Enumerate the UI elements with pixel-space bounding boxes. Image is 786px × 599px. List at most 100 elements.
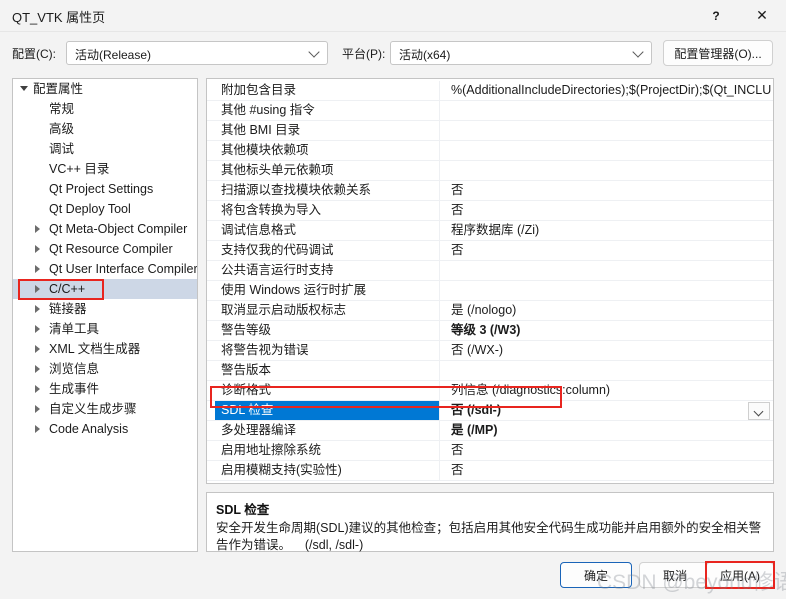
property-tree[interactable]: 配置属性 常规 高级调试 VC++ 目录 Qt Project Settings Qt D… [12, 78, 198, 552]
tree-item[interactable]: 链接器 [13, 299, 197, 319]
property-row[interactable]: 警告等级 等级 3 (/W3) [207, 321, 773, 341]
property-value[interactable]: %(AdditionalIncludeDirectories);$(Projec… [445, 81, 771, 100]
tree-item[interactable]: 调试 [13, 139, 197, 159]
property-row[interactable]: 其他标头单元依赖项 [207, 161, 773, 181]
tree-item[interactable]: Code Analysis [13, 419, 197, 439]
chevron-right-icon[interactable] [31, 219, 45, 239]
property-row[interactable]: 其他模块依赖项 [207, 141, 773, 161]
property-value[interactable] [445, 361, 771, 380]
tree-item-label: 浏览信息 [49, 362, 100, 376]
description-body: 安全开发生命周期(SDL)建议的其他检查；包括启用其他安全代码生成功能并启用额外… [216, 521, 762, 552]
property-value[interactable]: 否 (/sdl-) [445, 401, 771, 420]
property-row[interactable]: 使用 Windows 运行时扩展 [207, 281, 773, 301]
cancel-button[interactable]: 取消 [639, 562, 711, 588]
property-row[interactable]: 其他 #using 指令 [207, 101, 773, 121]
tree-item[interactable]: 生成事件 [13, 379, 197, 399]
tree-item[interactable]: 配置属性 [13, 79, 197, 99]
column-divider [439, 421, 440, 441]
property-value[interactable] [445, 121, 771, 140]
property-value[interactable]: 是 (/MP) [445, 421, 771, 440]
property-name: 启用模糊支持(实验性) [221, 463, 342, 477]
property-row[interactable]: 其他 BMI 目录 [207, 121, 773, 141]
property-row[interactable]: SDL 检查否 (/sdl-) [207, 401, 773, 421]
property-row[interactable]: 扫描源以查找模块依赖关系 否 [207, 181, 773, 201]
property-value[interactable]: 是 (/nologo) [445, 301, 771, 320]
property-value[interactable]: 程序数据库 (/Zi) [445, 221, 771, 240]
tree-item-label: 生成事件 [49, 382, 100, 396]
apply-button[interactable]: 应用(A) [706, 562, 774, 588]
chevron-down-icon[interactable] [17, 79, 31, 99]
configuration-manager-button[interactable]: 配置管理器(O)... [663, 40, 773, 66]
property-row[interactable]: 诊断格式 列信息 (/diagnostics:column) [207, 381, 773, 401]
property-row[interactable]: 附加包含目录 %(AdditionalIncludeDirectories);$(… [207, 81, 773, 101]
property-grid[interactable]: 附加包含目录 %(AdditionalIncludeDirectories);$(… [206, 78, 774, 484]
ok-button[interactable]: 确定 [560, 562, 632, 588]
property-value[interactable]: 否 [445, 181, 771, 200]
chevron-right-icon[interactable] [31, 419, 45, 439]
tree-item[interactable]: 自定义生成步骤 [13, 399, 197, 419]
tree-item[interactable]: 浏览信息 [13, 359, 197, 379]
property-row[interactable]: 启用模糊支持(实验性) 否 [207, 461, 773, 481]
platform-select[interactable]: 活动(x64) [390, 41, 652, 65]
chevron-right-icon[interactable] [31, 239, 45, 259]
tree-item-label: VC++ 目录 [49, 162, 110, 176]
property-value[interactable]: 否 [445, 441, 771, 460]
chevron-right-icon[interactable] [31, 259, 45, 279]
property-row[interactable]: 将包含转换为导入 否 [207, 201, 773, 221]
property-value[interactable]: 否 [445, 461, 771, 480]
help-icon[interactable]: ? [694, 0, 738, 31]
tree-item-label: Qt Meta-Object Compiler [49, 222, 188, 236]
column-divider [439, 81, 440, 101]
tree-item-label: 调试 [49, 142, 75, 156]
property-row[interactable]: 多处理器编译 是 (/MP) [207, 421, 773, 441]
property-row[interactable]: 调试信息格式 程序数据库 (/Zi) [207, 221, 773, 241]
chevron-right-icon[interactable] [31, 279, 45, 299]
tree-item[interactable]: XML 文档生成器 [13, 339, 197, 359]
property-value[interactable]: 列信息 (/diagnostics:column) [445, 381, 771, 400]
property-name: 将包含转换为导入 [221, 203, 322, 217]
tree-item[interactable]: VC++ 目录 [13, 159, 197, 179]
property-value[interactable]: 否 (/WX-) [445, 341, 771, 360]
property-tree-list: 配置属性 常规 高级调试 VC++ 目录 Qt Project Settings Qt D… [13, 79, 197, 439]
chevron-right-icon[interactable] [31, 299, 45, 319]
tree-item[interactable]: Qt Deploy Tool [13, 199, 197, 219]
close-icon[interactable]: ✕ [740, 0, 784, 31]
tree-item-label: Qt Resource Compiler [49, 242, 173, 256]
column-divider [439, 381, 440, 401]
chevron-right-icon[interactable] [31, 359, 45, 379]
property-value[interactable]: 等级 3 (/W3) [445, 321, 771, 340]
tree-item[interactable]: Qt Meta-Object Compiler [13, 219, 197, 239]
property-value[interactable]: 否 [445, 241, 771, 260]
property-value[interactable] [445, 281, 771, 300]
property-name: 诊断格式 [221, 383, 272, 397]
tree-item[interactable]: C/C++ [13, 279, 197, 299]
property-row[interactable]: 取消显示启动版权标志 是 (/nologo) [207, 301, 773, 321]
tree-item-label: 链接器 [49, 302, 87, 316]
tree-item[interactable]: Qt Resource Compiler [13, 239, 197, 259]
property-value[interactable] [445, 161, 771, 180]
tree-item[interactable]: 常规 [13, 99, 197, 119]
tree-item[interactable]: 高级 [13, 119, 197, 139]
chevron-right-icon[interactable] [31, 379, 45, 399]
property-value[interactable]: 否 [445, 201, 771, 220]
tree-item[interactable]: Qt Project Settings [13, 179, 197, 199]
property-value[interactable] [445, 101, 771, 120]
property-row[interactable]: 将警告视为错误 否 (/WX-) [207, 341, 773, 361]
chevron-right-icon[interactable] [31, 339, 45, 359]
configuration-select[interactable]: 活动(Release) [66, 41, 328, 65]
property-row[interactable]: 警告版本 [207, 361, 773, 381]
property-value-dropdown-icon[interactable] [748, 402, 770, 420]
property-name: 使用 Windows 运行时扩展 [221, 283, 367, 297]
property-row[interactable]: 支持仅我的代码调试 否 [207, 241, 773, 261]
tree-item[interactable]: Qt User Interface Compiler [13, 259, 197, 279]
chevron-right-icon[interactable] [31, 399, 45, 419]
tree-item[interactable]: 清单工具 [13, 319, 197, 339]
property-value[interactable] [445, 141, 771, 160]
property-row[interactable]: 启用地址擦除系统 否 [207, 441, 773, 461]
column-divider [439, 181, 440, 201]
property-row[interactable]: 公共语言运行时支持 [207, 261, 773, 281]
configuration-select-value: 活动(Release) [75, 48, 152, 62]
property-value[interactable] [445, 261, 771, 280]
chevron-right-icon[interactable] [31, 319, 45, 339]
